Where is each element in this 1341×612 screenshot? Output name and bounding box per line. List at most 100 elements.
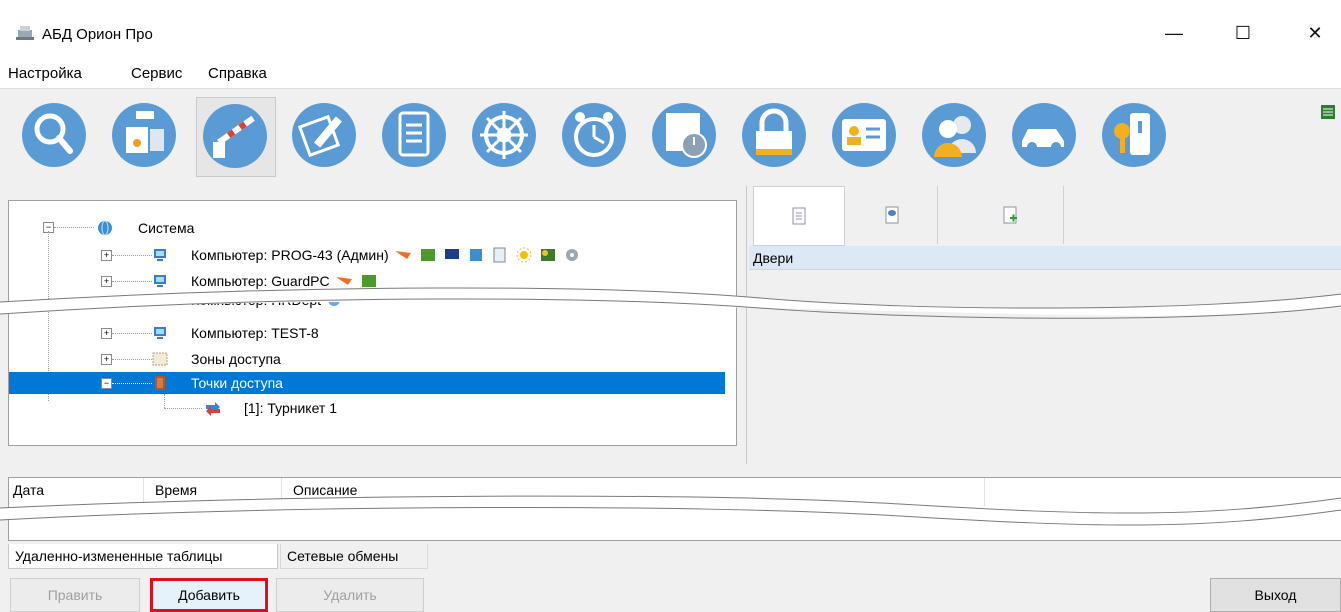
device-icon: [112, 103, 176, 167]
expand-toggle[interactable]: +: [101, 276, 112, 287]
menu-settings[interactable]: Настройка: [8, 65, 82, 82]
window-title: АБД Орион Про: [42, 26, 153, 43]
column-separator: [143, 478, 144, 506]
tree-item-computer-prog43[interactable]: Компьютер: PROG-43 (Админ): [152, 244, 581, 266]
tab-remote-tables[interactable]: Удаленно-измененные таблицы: [8, 544, 278, 569]
link-arrow-icon: [394, 251, 411, 259]
column-header-description[interactable]: Описание: [293, 482, 357, 498]
expand-toggle[interactable]: +: [101, 250, 112, 261]
tree-item-access-zones[interactable]: Зоны доступа: [152, 348, 281, 370]
computer-icon: [154, 249, 166, 261]
tool-access-points[interactable]: [196, 97, 276, 177]
tree-item-label: Компьютер: HRDept: [191, 294, 322, 308]
tool-vehicles[interactable]: [1006, 97, 1084, 175]
tree-line: [112, 383, 152, 384]
system-tree[interactable]: − Система + Компьютер: PROG-43 (Админ) +…: [8, 200, 737, 446]
menu-service[interactable]: Сервис: [131, 65, 182, 82]
tool-keys[interactable]: [1096, 97, 1174, 175]
barrier-icon: [203, 104, 267, 168]
details-tabs: [747, 186, 1341, 246]
steering-wheel-icon: [472, 103, 536, 167]
shield-icon: [540, 249, 555, 261]
database-icon: [469, 249, 482, 261]
tree-line: [112, 255, 152, 256]
disk-icon: [565, 249, 578, 261]
computer-icon: [154, 327, 166, 339]
server-icon: [420, 249, 435, 261]
tab-comments[interactable]: [847, 186, 938, 244]
tree-item-label: Система: [138, 220, 195, 236]
title-bar: АБД Орион Про — ☐ ✕: [0, 0, 1341, 62]
close-button[interactable]: ✕: [1292, 14, 1338, 52]
tool-visitors[interactable]: [916, 97, 994, 175]
computer-icon: [154, 275, 166, 287]
search-icon: [22, 103, 86, 167]
tree-item-computer-test8[interactable]: Компьютер: TEST-8: [152, 322, 319, 344]
comment-icon: [885, 206, 899, 224]
main-window: АБД Орион Про — ☐ ✕ Настройка Сервис Спр…: [0, 0, 1341, 612]
menu-help[interactable]: Справка: [208, 65, 267, 82]
globe-icon: [98, 220, 112, 236]
link-arrow-icon: [335, 277, 352, 285]
minimize-button[interactable]: —: [1151, 14, 1197, 52]
close-icon: ✕: [1307, 22, 1323, 43]
tool-control[interactable]: [466, 97, 544, 175]
tree-line: [164, 408, 202, 409]
add-button[interactable]: Добавить: [150, 578, 268, 612]
delete-button[interactable]: Удалить: [276, 578, 424, 612]
minimize-icon: —: [1165, 22, 1183, 43]
tree-item-label: Компьютер: PROG-43 (Админ): [191, 247, 389, 263]
list-view-icon[interactable]: [1321, 105, 1335, 119]
doors-column-header[interactable]: Двери: [749, 246, 1341, 270]
tree-item-computer-guardpc[interactable]: Компьютер: GuardPC: [152, 270, 378, 292]
expand-toggle[interactable]: +: [101, 328, 112, 339]
lock-icon: [742, 103, 806, 167]
tree-item-system[interactable]: Система: [97, 217, 194, 239]
tree-item-computer-hrdept[interactable]: Компьютер: HRDept: [152, 294, 343, 308]
sun-icon: [516, 247, 532, 263]
exit-button[interactable]: Выход: [1210, 578, 1341, 612]
id-card-icon: [832, 103, 896, 167]
expand-toggle[interactable]: +: [101, 354, 112, 365]
status-icons: [335, 273, 378, 289]
tool-personnel[interactable]: [826, 97, 904, 175]
tool-reports[interactable]: [376, 97, 454, 175]
event-log-table[interactable]: Дата Время Описание: [8, 477, 1341, 541]
tab-add[interactable]: [957, 186, 1064, 244]
tree-item-access-points[interactable]: Точки доступа: [152, 372, 283, 394]
add-document-icon: [1003, 206, 1017, 224]
monitor-icon: [444, 249, 459, 259]
status-icons: [394, 247, 581, 263]
tree-line: [112, 333, 152, 334]
turnstile-icon: [206, 402, 220, 416]
document-clock-icon: [493, 247, 506, 263]
tab-properties[interactable]: [753, 186, 845, 246]
collapse-toggle[interactable]: −: [101, 378, 112, 389]
tree-item-label: Компьютер: GuardPC: [191, 273, 330, 289]
tool-access-levels[interactable]: [736, 97, 814, 175]
maximize-button[interactable]: ☐: [1220, 14, 1266, 52]
clock-icon: [328, 294, 341, 306]
tool-devices[interactable]: [106, 97, 184, 175]
tool-plans[interactable]: [286, 97, 364, 175]
tree-item-turnstile-1[interactable]: [1]: Турникет 1: [205, 397, 337, 419]
document-icon: [792, 207, 806, 225]
app-icon: [16, 26, 34, 40]
tool-time[interactable]: [556, 97, 634, 175]
details-panel: Двери: [746, 186, 1341, 464]
tab-network-exchange[interactable]: Сетевые обмены: [280, 544, 428, 569]
tool-search[interactable]: [16, 97, 94, 175]
tool-schedule[interactable]: [646, 97, 724, 175]
key-icon: [1102, 103, 1166, 167]
column-header-date[interactable]: Дата: [13, 482, 44, 498]
maximize-icon: ☐: [1234, 22, 1252, 43]
users-icon: [922, 103, 986, 167]
tree-line: [112, 281, 152, 282]
document-icon: [382, 103, 446, 167]
edit-button[interactable]: Править: [10, 578, 140, 612]
schedule-icon: [652, 103, 716, 167]
alarm-clock-icon: [562, 103, 626, 167]
tree-line: [164, 394, 165, 408]
column-header-time[interactable]: Время: [155, 482, 197, 498]
door-icon: [155, 376, 165, 390]
